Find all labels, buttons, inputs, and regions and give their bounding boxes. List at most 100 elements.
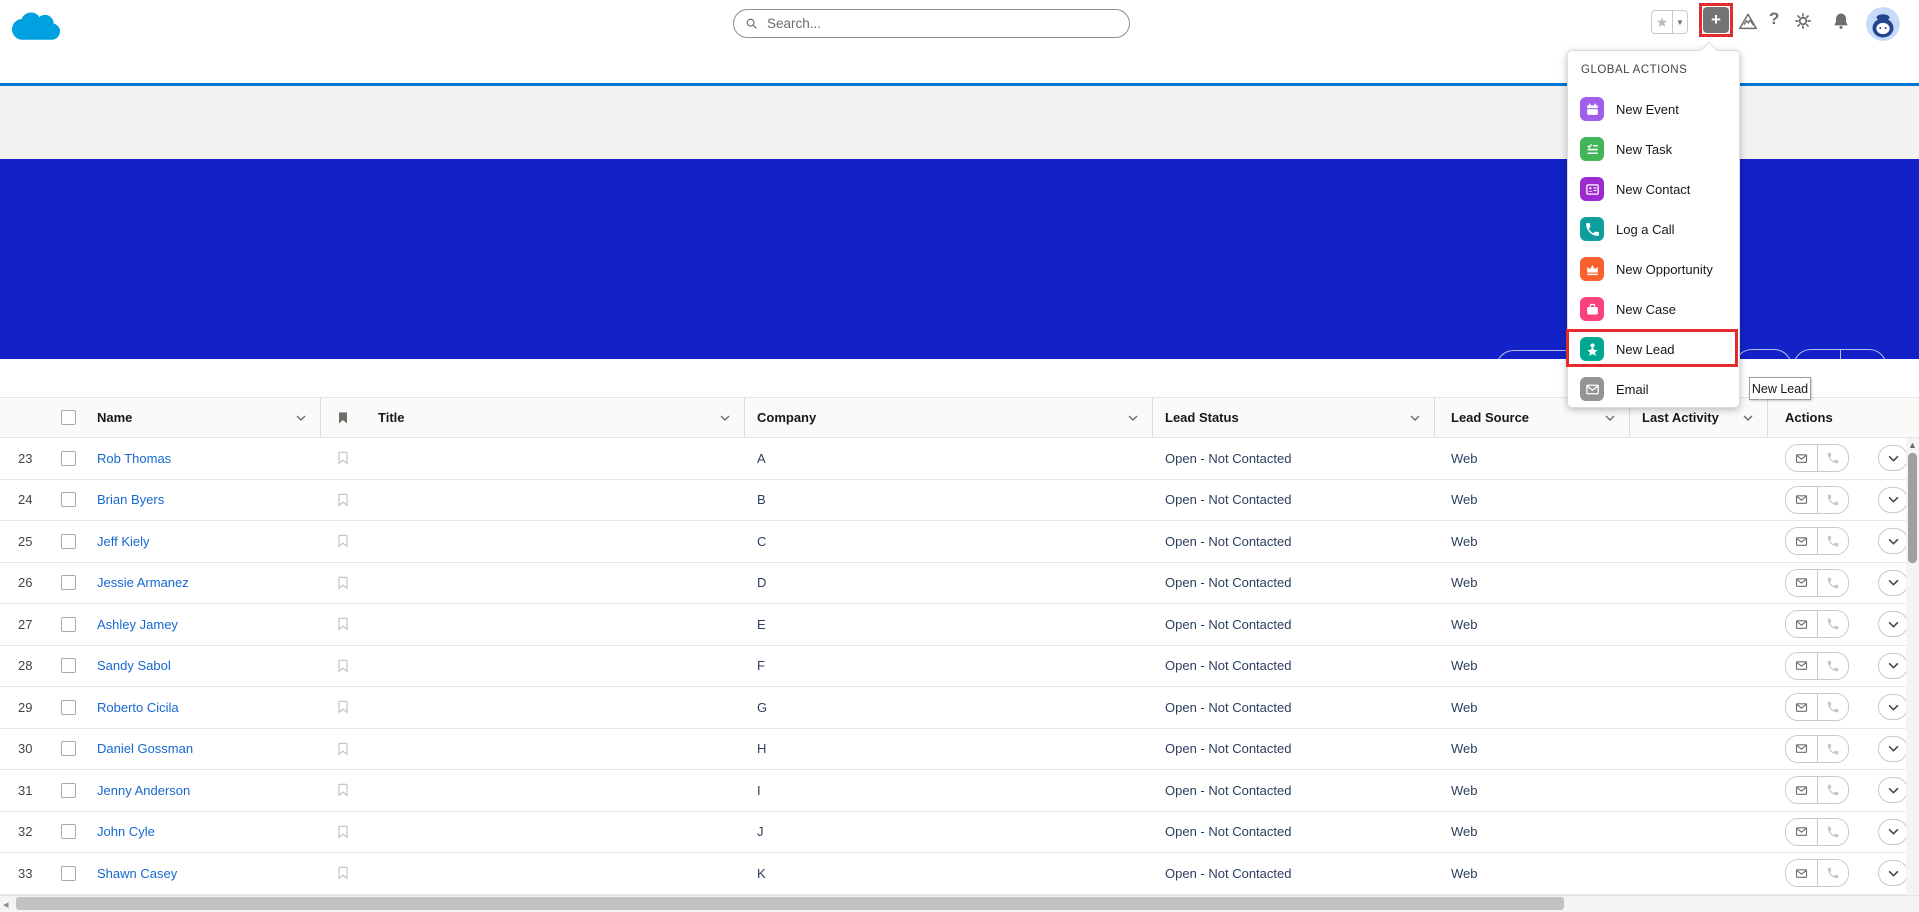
row-number: 31: [18, 782, 33, 798]
scroll-left-arrow-icon[interactable]: ◂: [3, 898, 9, 911]
row-actions-chevron-button[interactable]: [1878, 777, 1908, 804]
global-action-new-task[interactable]: New Task: [1568, 129, 1739, 169]
bookmark-icon[interactable]: [335, 492, 351, 508]
row-checkbox[interactable]: [61, 782, 76, 798]
bookmark-icon[interactable]: [335, 782, 351, 798]
favorite-star-icon[interactable]: ★: [1652, 11, 1672, 33]
row-actions-chevron-button[interactable]: [1878, 652, 1908, 679]
bookmark-icon[interactable]: [335, 865, 351, 881]
search-input[interactable]: [767, 16, 1119, 31]
row-checkbox[interactable]: [61, 658, 76, 674]
row-checkbox[interactable]: [61, 865, 76, 881]
call-action-button[interactable]: [1817, 735, 1848, 762]
call-action-button[interactable]: [1817, 611, 1848, 638]
lead-name-link[interactable]: Daniel Gossman: [97, 741, 193, 756]
call-action-button[interactable]: [1817, 528, 1848, 555]
row-checkbox[interactable]: [61, 533, 76, 549]
email-action-button[interactable]: [1786, 860, 1817, 887]
notifications-bell-icon[interactable]: [1831, 11, 1851, 31]
lead-name-link[interactable]: Jenny Anderson: [97, 783, 190, 798]
row-actions-chevron-button[interactable]: [1878, 735, 1908, 762]
row-actions-chevron-button[interactable]: [1878, 445, 1908, 472]
lead-name-link[interactable]: Shawn Casey: [97, 866, 177, 881]
header-title[interactable]: Title: [365, 398, 745, 437]
email-action-button[interactable]: [1786, 445, 1817, 472]
task-icon: [1580, 137, 1604, 161]
global-action-new-case[interactable]: New Case: [1568, 289, 1739, 329]
bookmark-icon[interactable]: [335, 824, 351, 840]
lead-name-link[interactable]: Ashley Jamey: [97, 617, 178, 632]
avatar[interactable]: [1866, 7, 1900, 41]
row-checkbox[interactable]: [61, 699, 76, 715]
row-actions-chevron-button[interactable]: [1878, 694, 1908, 721]
help-icon[interactable]: ?: [1769, 9, 1779, 29]
header-lead-status[interactable]: Lead Status: [1153, 398, 1435, 437]
row-checkbox[interactable]: [61, 741, 76, 757]
row-actions-chevron-button[interactable]: [1878, 486, 1908, 513]
row-actions-chevron-button[interactable]: [1878, 860, 1908, 887]
lead-company: B: [757, 492, 766, 508]
bookmark-icon[interactable]: [335, 450, 351, 466]
lead-name-link[interactable]: Jeff Kiely: [97, 534, 150, 549]
lead-name-link[interactable]: Jessie Armanez: [97, 575, 189, 590]
email-action-button[interactable]: [1786, 694, 1817, 721]
header-company[interactable]: Company: [745, 398, 1153, 437]
global-action-new-contact[interactable]: New Contact: [1568, 169, 1739, 209]
bookmark-icon[interactable]: [335, 741, 351, 757]
email-action-button[interactable]: [1786, 735, 1817, 762]
call-action-button[interactable]: [1817, 777, 1848, 804]
row-actions-chevron-button[interactable]: [1878, 818, 1908, 845]
email-action-button[interactable]: [1786, 611, 1817, 638]
header-actions: Actions: [1785, 410, 1833, 425]
lead-name-link[interactable]: Rob Thomas: [97, 451, 171, 466]
envelope-icon: [1794, 534, 1809, 549]
lead-name-link[interactable]: Roberto Cicila: [97, 700, 179, 715]
vertical-scrollbar-thumb[interactable]: [1908, 453, 1917, 563]
row-checkbox[interactable]: [61, 450, 76, 466]
row-actions-chevron-button[interactable]: [1878, 611, 1908, 638]
lead-name-link[interactable]: John Cyle: [97, 824, 155, 839]
bookmark-icon[interactable]: [335, 699, 351, 715]
email-action-button[interactable]: [1786, 777, 1817, 804]
global-action-new-event[interactable]: New Event: [1568, 89, 1739, 129]
call-action-button[interactable]: [1817, 860, 1848, 887]
bookmark-icon[interactable]: [335, 658, 351, 674]
favorites-control[interactable]: ★ ▼: [1651, 10, 1688, 34]
lead-name-link[interactable]: Sandy Sabol: [97, 658, 171, 673]
bookmark-icon[interactable]: [335, 616, 351, 632]
call-action-button[interactable]: [1817, 569, 1848, 596]
row-actions-chevron-button[interactable]: [1878, 528, 1908, 555]
bookmark-icon[interactable]: [335, 575, 351, 591]
global-search[interactable]: [733, 9, 1130, 38]
row-actions-chevron-button[interactable]: [1878, 569, 1908, 596]
row-checkbox[interactable]: [61, 824, 76, 840]
global-action-log-a-call[interactable]: Log a Call: [1568, 209, 1739, 249]
call-action-button[interactable]: [1817, 694, 1848, 721]
row-number: 28: [18, 658, 33, 674]
horizontal-scrollbar-thumb[interactable]: [16, 897, 1564, 910]
email-action-button[interactable]: [1786, 528, 1817, 555]
email-action-button[interactable]: [1786, 652, 1817, 679]
header-name[interactable]: Name: [90, 398, 321, 437]
select-all-checkbox[interactable]: [61, 410, 76, 425]
call-action-button[interactable]: [1817, 652, 1848, 679]
lead-name-link[interactable]: Brian Byers: [97, 492, 164, 507]
row-checkbox[interactable]: [61, 575, 76, 591]
global-action-new-opportunity[interactable]: New Opportunity: [1568, 249, 1739, 289]
call-action-button[interactable]: [1817, 445, 1848, 472]
email-action-button[interactable]: [1786, 569, 1817, 596]
table-row: 32 John Cyle J Open - Not Contacted Web: [0, 811, 1919, 853]
email-action-button[interactable]: [1786, 818, 1817, 845]
setup-gear-icon[interactable]: [1793, 11, 1813, 31]
row-checkbox[interactable]: [61, 492, 76, 508]
global-action-email[interactable]: Email: [1568, 369, 1739, 409]
trailhead-guidance-icon[interactable]: [1737, 11, 1759, 33]
email-action-button[interactable]: [1786, 486, 1817, 513]
favorites-dropdown-icon[interactable]: ▼: [1672, 11, 1687, 33]
bookmark-icon[interactable]: [335, 533, 351, 549]
call-action-button[interactable]: [1817, 818, 1848, 845]
row-checkbox[interactable]: [61, 616, 76, 632]
table-row: 31 Jenny Anderson I Open - Not Contacted…: [0, 770, 1919, 812]
call-action-button[interactable]: [1817, 486, 1848, 513]
scroll-up-arrow-icon[interactable]: ▲: [1908, 440, 1917, 450]
